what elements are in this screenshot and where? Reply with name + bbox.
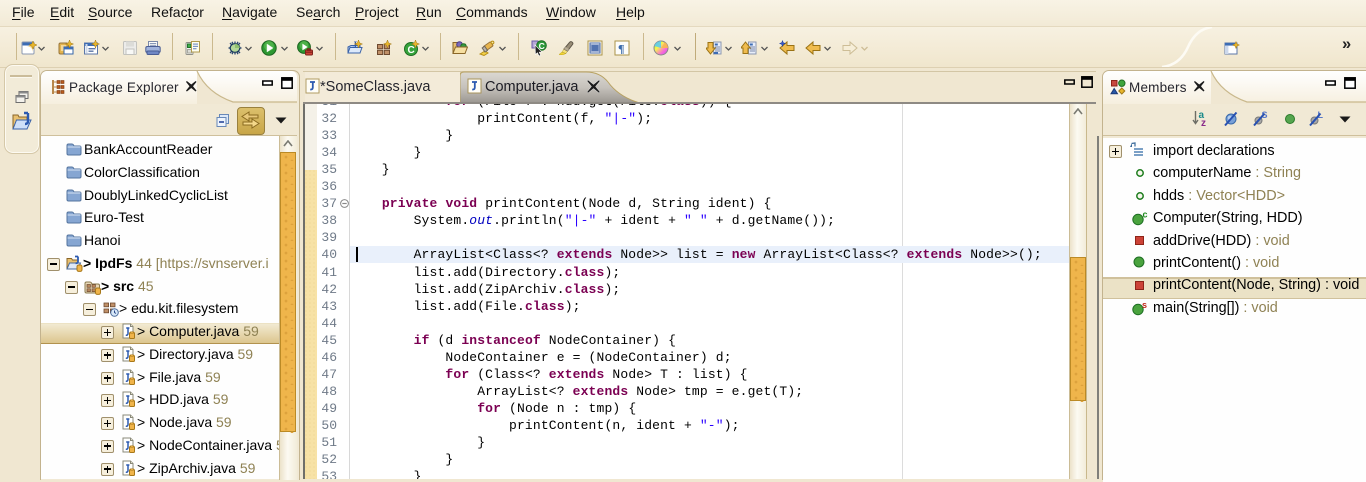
svg-text:z: z [1201,118,1206,127]
svg-text:C: C [408,45,415,56]
svg-text:¶: ¶ [618,42,624,56]
svg-text:c: c [1143,211,1148,220]
svg-text:s: s [1142,301,1147,310]
